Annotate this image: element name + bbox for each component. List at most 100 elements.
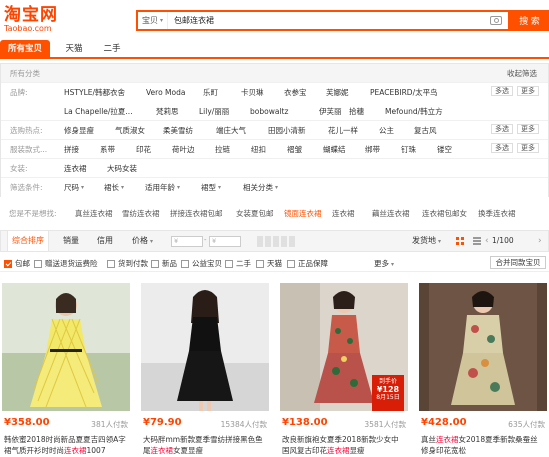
price-max-input[interactable]: ¥ (209, 236, 241, 247)
product-image[interactable] (2, 283, 130, 411)
next-page-icon[interactable]: › (538, 231, 542, 251)
hot-option[interactable]: 复古风 (414, 121, 437, 139)
hot-option[interactable]: 公主 (379, 121, 394, 139)
option-tmall[interactable]: 天猫 (256, 258, 282, 269)
hot-option[interactable]: 柔美雪纺 (163, 121, 193, 139)
prev-page-icon[interactable]: ‹ (485, 231, 489, 251)
hot-option[interactable]: 端庄大气 (216, 121, 246, 139)
product-title[interactable]: 改良新旗袍女夏季2018新款少女中国风复古印花连衣裙显瘦 (282, 434, 406, 457)
ship-from-dropdown[interactable]: 发货地▾ (412, 231, 441, 251)
women-option[interactable]: 连衣裙 (64, 159, 87, 177)
collapse-filters-button[interactable]: 收起筛选 (507, 64, 537, 82)
price-distribution-chart[interactable] (257, 236, 295, 247)
option-return-insurance[interactable]: 赠送退货运费险 (34, 258, 98, 269)
brand-option[interactable]: HSTYLE/韩都衣舍 (64, 83, 125, 102)
detail-more-button[interactable]: 更多 (517, 143, 539, 153)
detail-option[interactable]: 荷叶边 (172, 140, 195, 158)
detail-multi-select-button[interactable]: 多选 (491, 143, 513, 153)
option-secondhand[interactable]: 二手 (225, 258, 251, 269)
brand-option[interactable]: PEACEBIRD/太平鸟 (370, 83, 438, 102)
detail-option[interactable]: 褶皱 (287, 140, 302, 158)
tab-secondhand[interactable]: 二手 (94, 40, 130, 59)
option-new[interactable]: 新品 (151, 258, 177, 269)
sort-default[interactable]: 综合排序 (7, 231, 49, 251)
related-term[interactable]: 连衣裙 (332, 208, 355, 219)
hot-option[interactable]: 花儿一样 (328, 121, 358, 139)
taobao-logo[interactable]: 淘宝网 Taobao.com (4, 6, 62, 34)
price-bar (265, 236, 271, 247)
women-option[interactable]: 大码女装 (107, 159, 137, 177)
product-image[interactable] (141, 283, 269, 411)
sort-price[interactable]: 价格▾ (132, 231, 153, 251)
detail-option[interactable]: 印花 (136, 140, 151, 158)
sort-credit[interactable]: 信用 (97, 231, 113, 251)
merge-same-items-button[interactable]: 合并同款宝贝 (490, 256, 546, 269)
hot-multi-select-button[interactable]: 多选 (491, 124, 513, 134)
detail-option[interactable]: 蝴蝶结 (323, 140, 346, 158)
brand-option[interactable]: Vero Moda (146, 83, 185, 102)
detail-option[interactable]: 拼接 (64, 140, 79, 158)
product-card[interactable]: 到手价 ¥128 8月15日 ¥138.00 3581人付款 改良新旗袍女夏季2… (280, 283, 408, 457)
hot-option[interactable]: 修身显瘦 (64, 121, 94, 139)
condition-dropdown[interactable]: 尺码▾ (64, 178, 84, 197)
brand-option[interactable]: La Chapelle/拉夏... (64, 102, 133, 121)
option-genuine[interactable]: 正品保障 (287, 258, 328, 269)
related-term[interactable]: 拼接连衣裙包邮 (170, 208, 223, 219)
detail-option[interactable]: 镂空 (437, 140, 452, 158)
condition-dropdown[interactable]: 裙长▾ (104, 178, 124, 197)
related-term[interactable]: 换季连衣裙 (478, 208, 516, 219)
search-scope-dropdown[interactable]: 宝贝▾ (138, 12, 168, 29)
camera-icon[interactable] (490, 16, 502, 25)
list-view-icon[interactable] (473, 237, 481, 245)
hot-option[interactable]: 田园小清新 (268, 121, 306, 139)
product-title[interactable]: 真丝连衣裙女2018夏季新款桑蚕丝修身印花宽松 (421, 434, 545, 457)
condition-dropdown[interactable]: 相关分类▾ (243, 178, 278, 197)
options-more-dropdown[interactable]: 更多▾ (374, 258, 394, 269)
related-term[interactable]: 雪纺连衣裙 (122, 208, 160, 219)
related-term[interactable]: 藕丝连衣裙 (372, 208, 410, 219)
hot-option[interactable]: 气质淑女 (115, 121, 145, 139)
detail-option[interactable]: 系带 (100, 140, 115, 158)
brand-multi-select-button[interactable]: 多选 (491, 86, 513, 96)
brand-option[interactable]: 乐町 (203, 83, 218, 102)
related-term[interactable]: 女装夏包邮 (236, 208, 274, 219)
tab-all[interactable]: 所有宝贝 (0, 40, 50, 59)
search-input[interactable] (168, 16, 490, 25)
product-title[interactable]: 韩依蜜2018时尚新品夏夏吉四领A字裙气质开衫时时尚连衣裙1007 (4, 434, 128, 457)
condition-dropdown[interactable]: 裙型▾ (201, 178, 221, 197)
detail-option[interactable]: 绑带 (365, 140, 380, 158)
brand-option[interactable]: 拾穗 (349, 102, 364, 121)
option-free-shipping[interactable]: 包邮 (4, 258, 30, 269)
brand-option[interactable]: 芙娜妮 (326, 83, 349, 102)
grid-view-icon[interactable] (456, 237, 464, 245)
product-card[interactable]: ¥358.00 381人付款 韩依蜜2018时尚新品夏夏吉四领A字裙气质开衫时时… (2, 283, 130, 457)
sort-sales[interactable]: 销量 (63, 231, 79, 251)
search-button[interactable]: 搜 索 (510, 10, 549, 31)
hot-more-button[interactable]: 更多 (517, 124, 539, 134)
product-image[interactable] (419, 283, 547, 411)
detail-option[interactable]: 钉珠 (401, 140, 416, 158)
option-label: 二手 (236, 258, 251, 269)
condition-dropdown[interactable]: 适用年龄▾ (145, 178, 180, 197)
option-cod[interactable]: 货到付款 (107, 258, 148, 269)
detail-option[interactable]: 纽扣 (251, 140, 266, 158)
brand-more-button[interactable]: 更多 (517, 86, 539, 96)
brand-option[interactable]: Mefound/韩立方 (385, 102, 443, 121)
brand-option[interactable]: 梵莉思 (156, 102, 179, 121)
brand-option[interactable]: bobowaltz (250, 102, 288, 121)
product-card[interactable]: ¥79.90 15384人付款 大码胖mm新款夏季雪纺拼接黑色鱼尾连衣裙女夏显瘦 (141, 283, 269, 457)
brand-option[interactable]: 衣参宝 (284, 83, 307, 102)
related-term[interactable]: 连衣裙包邮女 (422, 208, 467, 219)
option-charity[interactable]: 公益宝贝 (181, 258, 222, 269)
product-card[interactable]: ¥428.00 635人付款 真丝连衣裙女2018夏季新款桑蚕丝修身印花宽松 (419, 283, 547, 457)
brand-option[interactable]: Lily/丽丽 (199, 102, 229, 121)
detail-option[interactable]: 拉链 (215, 140, 230, 158)
tab-tmall[interactable]: 天猫 (56, 40, 92, 59)
price-min-input[interactable]: ¥ (171, 236, 203, 247)
all-categories-label[interactable]: 所有分类 (10, 64, 40, 82)
brand-option[interactable]: 卡贝琳 (241, 83, 264, 102)
related-term-highlighted[interactable]: 镜面连衣裙 (284, 208, 322, 219)
brand-option[interactable]: 伊芙丽 (319, 102, 342, 121)
related-term[interactable]: 真丝连衣裙 (75, 208, 113, 219)
product-title[interactable]: 大码胖mm新款夏季雪纺拼接黑色鱼尾连衣裙女夏显瘦 (143, 434, 267, 457)
